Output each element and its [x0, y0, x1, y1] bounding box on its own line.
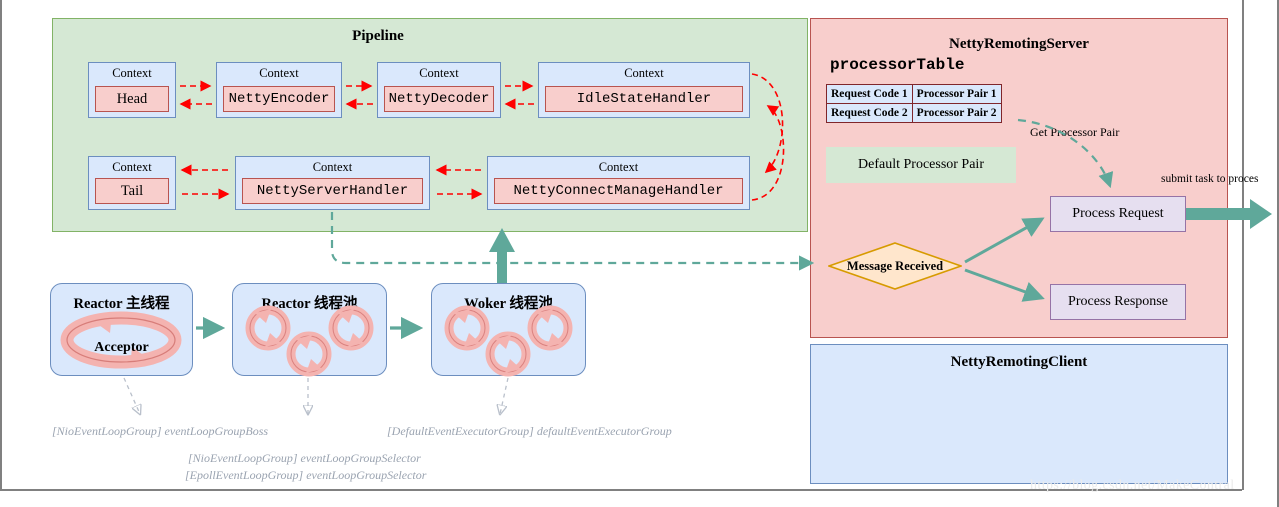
context-label: Context: [112, 66, 152, 80]
context-tail[interactable]: Context Tail: [88, 156, 176, 210]
annotation-connectors: [123, 377, 509, 414]
context-nettyconnectmanagehandler[interactable]: Context NettyConnectManageHandler: [487, 156, 750, 210]
handler-idlestatehandler[interactable]: IdleStateHandler: [545, 86, 743, 112]
get-processor-pair-label: Get Processor Pair: [1030, 125, 1120, 139]
annotation-eventloopgroupboss: [NioEventLoopGroup] eventLoopGroupBoss: [52, 424, 269, 438]
diagram-canvas: Pipeline Context Head Context NettyEncod…: [0, 0, 1279, 507]
processor-table[interactable]: Request Code 1 Processor Pair 1 Request …: [826, 84, 1002, 123]
handler-tail[interactable]: Tail: [95, 178, 169, 204]
processor-table-label: processorTable: [830, 56, 965, 74]
submit-task-label: submit task to proces: [1161, 173, 1259, 185]
table-row[interactable]: Request Code 2 Processor Pair 2: [826, 103, 1002, 123]
context-nettyserverhandler[interactable]: Context NettyServerHandler: [235, 156, 430, 210]
client-title: NettyRemotingClient: [950, 354, 1088, 370]
context-nettydecoder[interactable]: Context NettyDecoder: [377, 62, 501, 118]
context-label: Context: [259, 66, 299, 80]
context-label: Context: [112, 160, 152, 174]
handler-nettyconnectmanagehandler[interactable]: NettyConnectManageHandler: [494, 178, 743, 204]
annotation-eventloopgroupselector-nio: [NioEventLoopGroup] eventLoopGroupSelect…: [188, 451, 421, 465]
table-cell: Processor Pair 2: [911, 103, 1002, 123]
table-cell: Processor Pair 1: [911, 84, 1002, 104]
page-rule-left: [0, 0, 2, 490]
pipeline-title: Pipeline: [352, 28, 404, 44]
handler-nettyserverhandler[interactable]: NettyServerHandler: [242, 178, 423, 204]
context-nettyencoder[interactable]: Context NettyEncoder: [216, 62, 342, 118]
table-row[interactable]: Request Code 1 Processor Pair 1: [826, 84, 1002, 104]
process-response-box[interactable]: Process Response: [1050, 284, 1186, 320]
table-cell: Request Code 2: [826, 103, 913, 123]
handler-nettydecoder[interactable]: NettyDecoder: [384, 86, 494, 112]
handler-nettyencoder[interactable]: NettyEncoder: [223, 86, 335, 112]
page-rule-right: [1242, 0, 1244, 490]
worker-to-pipeline-arrow: [489, 228, 515, 283]
reactor-thread-pool-box[interactable]: Reactor 线程池: [232, 283, 387, 376]
worker-thread-pool-title: Woker 线程池: [464, 296, 553, 312]
annotation-eventloopgroupselector-epoll: [EpollEventLoopGroup] eventLoopGroupSele…: [185, 468, 427, 482]
context-label: Context: [598, 160, 639, 174]
watermark: https://blog.csdn.net/MakeContral: [1030, 478, 1235, 493]
context-label: Context: [312, 160, 353, 174]
table-cell: Request Code 1: [826, 84, 913, 104]
worker-thread-pool-box[interactable]: Woker 线程池: [431, 283, 586, 376]
context-head[interactable]: Context Head: [88, 62, 176, 118]
context-label: Context: [419, 66, 459, 80]
context-label: Context: [624, 66, 664, 80]
server-title: NettyRemotingServer: [949, 36, 1089, 52]
default-processor-pair-box[interactable]: Default Processor Pair: [826, 147, 1016, 183]
acceptor-label: Acceptor: [94, 340, 149, 355]
handler-head[interactable]: Head: [95, 86, 169, 112]
context-idlestatehandler[interactable]: Context IdleStateHandler: [538, 62, 750, 118]
reactor-main-thread-box[interactable]: Reactor 主线程: [50, 283, 193, 376]
annotation-defaulteventexecutorgroup: [DefaultEventExecutorGroup] defaultEvent…: [387, 424, 672, 438]
reactor-thread-pool-title: Reactor 线程池: [261, 296, 358, 312]
message-received-label: Message Received: [846, 258, 944, 273]
reactor-main-thread-title: Reactor 主线程: [73, 296, 170, 312]
message-received-node[interactable]: Message Received: [826, 242, 964, 290]
process-request-box[interactable]: Process Request: [1050, 196, 1186, 232]
